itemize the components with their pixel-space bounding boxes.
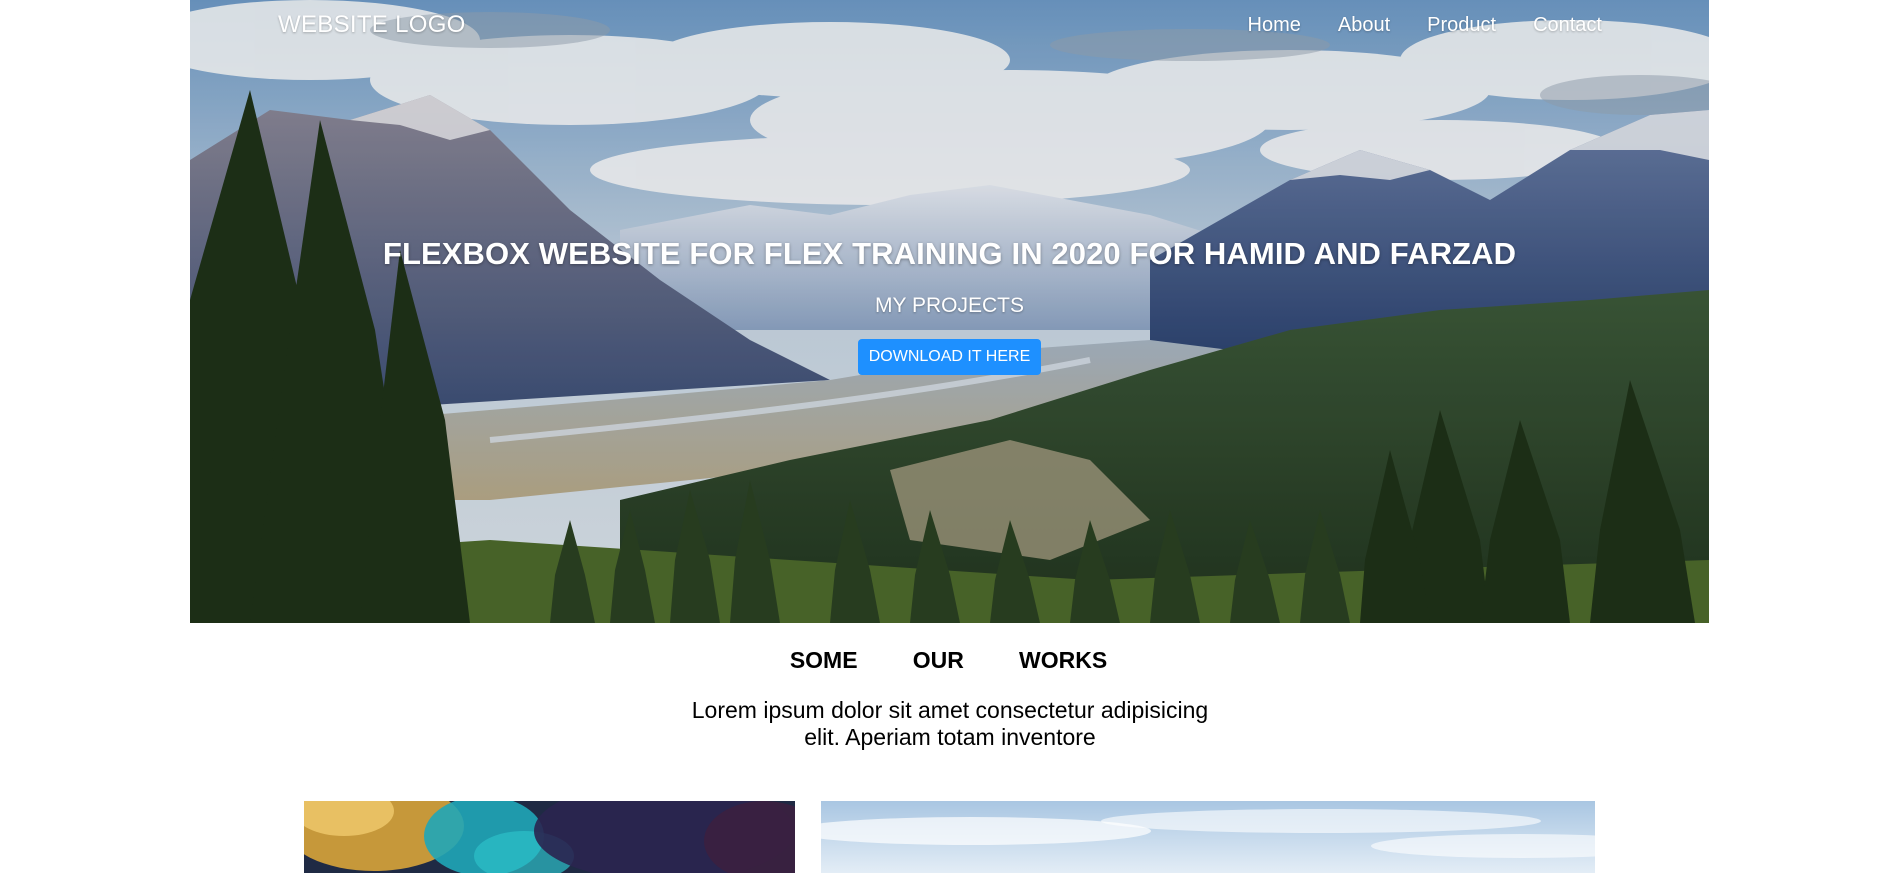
abstract-ink-image <box>304 801 795 873</box>
download-button[interactable]: DOWNLOAD IT HERE <box>857 339 1042 375</box>
works-description: Lorem ipsum dolor sit amet consectetur a… <box>691 697 1209 750</box>
nav-links: Home About Product Contact <box>1211 14 1603 37</box>
website-logo[interactable]: WEBSITE LOGO <box>278 11 466 39</box>
navbar: WEBSITE LOGO Home About Product Contact <box>190 0 1709 52</box>
nav-link-contact[interactable]: Contact <box>1533 14 1602 37</box>
nav-link-product[interactable]: Product <box>1427 14 1496 37</box>
hero-subtitle: MY PROJECTS <box>875 294 1024 317</box>
nav-link-about[interactable]: About <box>1338 14 1390 37</box>
hero-title: FLEXBOX WEBSITE FOR FLEX TRAINING IN 202… <box>382 236 1517 271</box>
gallery-card-1[interactable] <box>304 801 795 873</box>
works-heading: SOME OUR WORKS <box>789 647 1108 673</box>
sky-landscape-image <box>821 801 1595 873</box>
page: WEBSITE LOGO Home About Product Contact … <box>0 0 1897 873</box>
hero-content: FLEXBOX WEBSITE FOR FLEX TRAINING IN 202… <box>190 236 1709 375</box>
nav-link-home[interactable]: Home <box>1248 14 1301 37</box>
hero-section: WEBSITE LOGO Home About Product Contact … <box>190 0 1709 623</box>
gallery-card-2[interactable] <box>821 801 1595 873</box>
